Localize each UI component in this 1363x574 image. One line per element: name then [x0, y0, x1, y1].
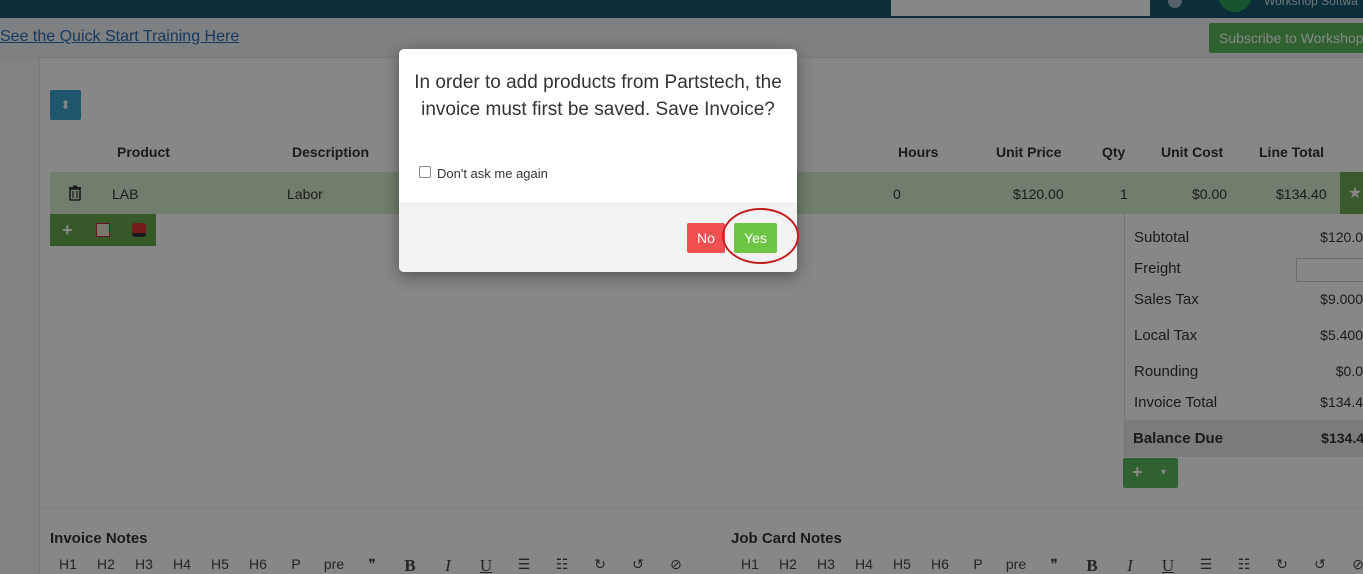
- dont-ask-checkbox[interactable]: [419, 166, 431, 178]
- no-button[interactable]: No: [687, 223, 725, 253]
- dont-ask-label[interactable]: Don't ask me again: [437, 166, 548, 181]
- annotation-circle: [722, 208, 799, 264]
- dialog-message: In order to add products from Partstech,…: [414, 72, 782, 120]
